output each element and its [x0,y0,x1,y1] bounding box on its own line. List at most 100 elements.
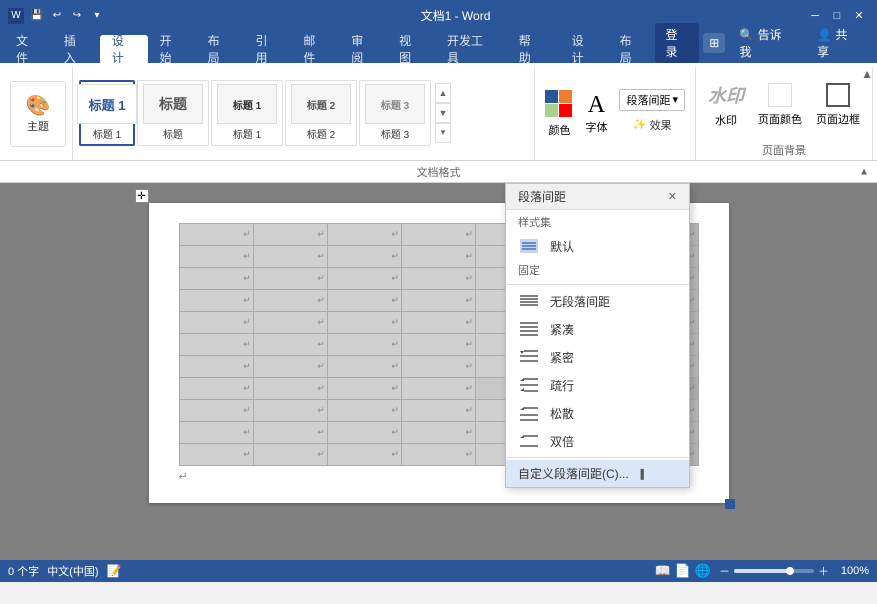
ribbon-icon-1[interactable]: ⊞ [703,33,725,53]
table-cell[interactable]: ↵ [253,246,327,268]
gallery-scroll-up[interactable]: ▲ [435,83,451,103]
table-cell[interactable]: ↵ [401,356,475,378]
redo-quick-btn[interactable]: ↪ [68,7,86,25]
table-cell[interactable]: ↵ [327,334,401,356]
dropdown-item-no-spacing[interactable]: 无段落间距 [506,287,689,315]
table-cell[interactable]: ↵ [327,312,401,334]
table-cell[interactable]: ↵ [253,356,327,378]
login-button[interactable]: 登录 [655,23,699,63]
style-item-main[interactable]: 标题 1 标题 1 [79,80,135,146]
table-cell[interactable]: ↵ [179,334,253,356]
table-cell[interactable]: ↵ [179,290,253,312]
tab-help[interactable]: 帮助 [507,35,555,63]
table-resize-handle[interactable] [725,499,735,509]
table-cell[interactable]: ↵ [327,444,401,466]
tab-design[interactable]: 设计 [100,35,148,63]
style-item-4[interactable]: 标题 3 标题 3 [359,80,431,146]
gallery-scroll-down[interactable]: ▼ [435,103,451,123]
tab-view[interactable]: 视图 [387,35,435,63]
dropdown-close-icon[interactable]: ✕ [668,190,677,203]
effects-button[interactable]: ✨ 效果 [629,115,676,135]
colors-button[interactable]: 颜色 [541,81,577,147]
dropdown-item-default[interactable]: 默认 [506,232,689,260]
dropdown-item-double[interactable]: 双倍 [506,427,689,455]
table-cell[interactable]: ↵ [179,312,253,334]
table-cell[interactable]: ↵ [401,334,475,356]
tab-references[interactable]: 引用 [243,35,291,63]
tell-me-btn[interactable]: 🔍 告诉我 [729,23,803,63]
table-cell[interactable]: ↵ [179,246,253,268]
undo-quick-btn[interactable]: ↩ [48,7,66,25]
table-cell[interactable]: ↵ [253,312,327,334]
dropdown-item-compact[interactable]: 紧凑 [506,315,689,343]
dropdown-item-custom[interactable]: 自定义段落间距(C)... ▌ [506,460,689,487]
tab-review[interactable]: 审阅 [339,35,387,63]
print-view-btn[interactable]: 📄 [675,563,691,579]
zoom-out-btn[interactable]: － [719,563,730,579]
dropdown-item-open[interactable]: 疏行 [506,371,689,399]
web-view-btn[interactable]: 🌐 [695,563,711,579]
table-cell[interactable]: ↵ [401,268,475,290]
table-cell[interactable]: ↵ [253,378,327,400]
read-view-btn[interactable]: 📖 [654,563,670,579]
table-cell[interactable]: ↵ [179,400,253,422]
table-cell[interactable]: ↵ [327,290,401,312]
table-cell[interactable]: ↵ [401,378,475,400]
tab-table-design[interactable]: 设计 [560,35,608,63]
table-cell[interactable]: ↵ [253,290,327,312]
table-cell[interactable]: ↵ [253,444,327,466]
table-cell[interactable]: ↵ [401,246,475,268]
style-item-3[interactable]: 标题 2 标题 2 [285,80,357,146]
table-cell[interactable]: ↵ [179,356,253,378]
tab-layout[interactable]: 布局 [196,35,244,63]
table-move-handle[interactable]: ✛ [135,189,149,203]
table-cell[interactable]: ↵ [179,268,253,290]
tab-mailings[interactable]: 邮件 [291,35,339,63]
page-border-button[interactable]: 页面边框 [810,72,866,138]
table-cell[interactable]: ↵ [401,444,475,466]
table-cell[interactable]: ↵ [401,312,475,334]
table-cell[interactable]: ↵ [179,422,253,444]
table-cell[interactable]: ↵ [401,422,475,444]
table-cell[interactable]: ↵ [327,246,401,268]
page-color-button[interactable]: 页面颜色 [754,72,806,138]
table-cell[interactable]: ↵ [327,356,401,378]
gallery-scroll-more[interactable]: ▾ [435,123,451,143]
font-button[interactable]: A 字体 [577,81,615,147]
table-cell[interactable]: ↵ [253,334,327,356]
table-cell[interactable]: ↵ [253,224,327,246]
watermark-button[interactable]: 水印 水印 [702,72,750,138]
style-item-2[interactable]: 标题 1 标题 1 [211,80,283,146]
theme-button[interactable]: 🎨 主题 [10,81,66,147]
tab-insert[interactable]: 插入 [52,35,100,63]
table-cell[interactable]: ↵ [401,224,475,246]
save-quick-btn[interactable]: 💾 [28,7,46,25]
table-cell[interactable]: ↵ [253,400,327,422]
table-cell[interactable]: ↵ [401,290,475,312]
table-cell[interactable]: ↵ [179,224,253,246]
tab-file[interactable]: 文件 [4,35,52,63]
customize-quick-btn[interactable]: ▾ [88,7,106,25]
table-cell[interactable]: ↵ [401,400,475,422]
zoom-slider[interactable] [734,569,814,573]
table-cell[interactable]: ↵ [327,268,401,290]
table-cell[interactable]: ↵ [253,268,327,290]
dropdown-item-relaxed[interactable]: 松散 [506,399,689,427]
table-cell[interactable]: ↵ [327,400,401,422]
proofing-icon[interactable]: 📝 [107,564,122,578]
zoom-level[interactable]: 100% [833,565,869,577]
section-collapse-btn[interactable]: ▲ [859,166,869,177]
table-cell[interactable]: ↵ [327,378,401,400]
collapse-ribbon-btn[interactable]: ▲ [861,67,873,81]
language-indicator[interactable]: 中文(中国) [47,563,98,579]
table-cell[interactable]: ↵ [327,422,401,444]
style-item-1[interactable]: 标题 标题 [137,80,209,146]
tab-developer[interactable]: 开发工具 [435,35,507,63]
paragraph-spacing-button[interactable]: 段落间距 ▾ [619,89,685,111]
table-cell[interactable]: ↵ [179,444,253,466]
table-cell[interactable]: ↵ [327,224,401,246]
table-cell[interactable]: ↵ [253,422,327,444]
tab-table-layout[interactable]: 布局 [608,35,656,63]
tab-home[interactable]: 开始 [148,35,196,63]
dropdown-item-tight[interactable]: 紧密 [506,343,689,371]
